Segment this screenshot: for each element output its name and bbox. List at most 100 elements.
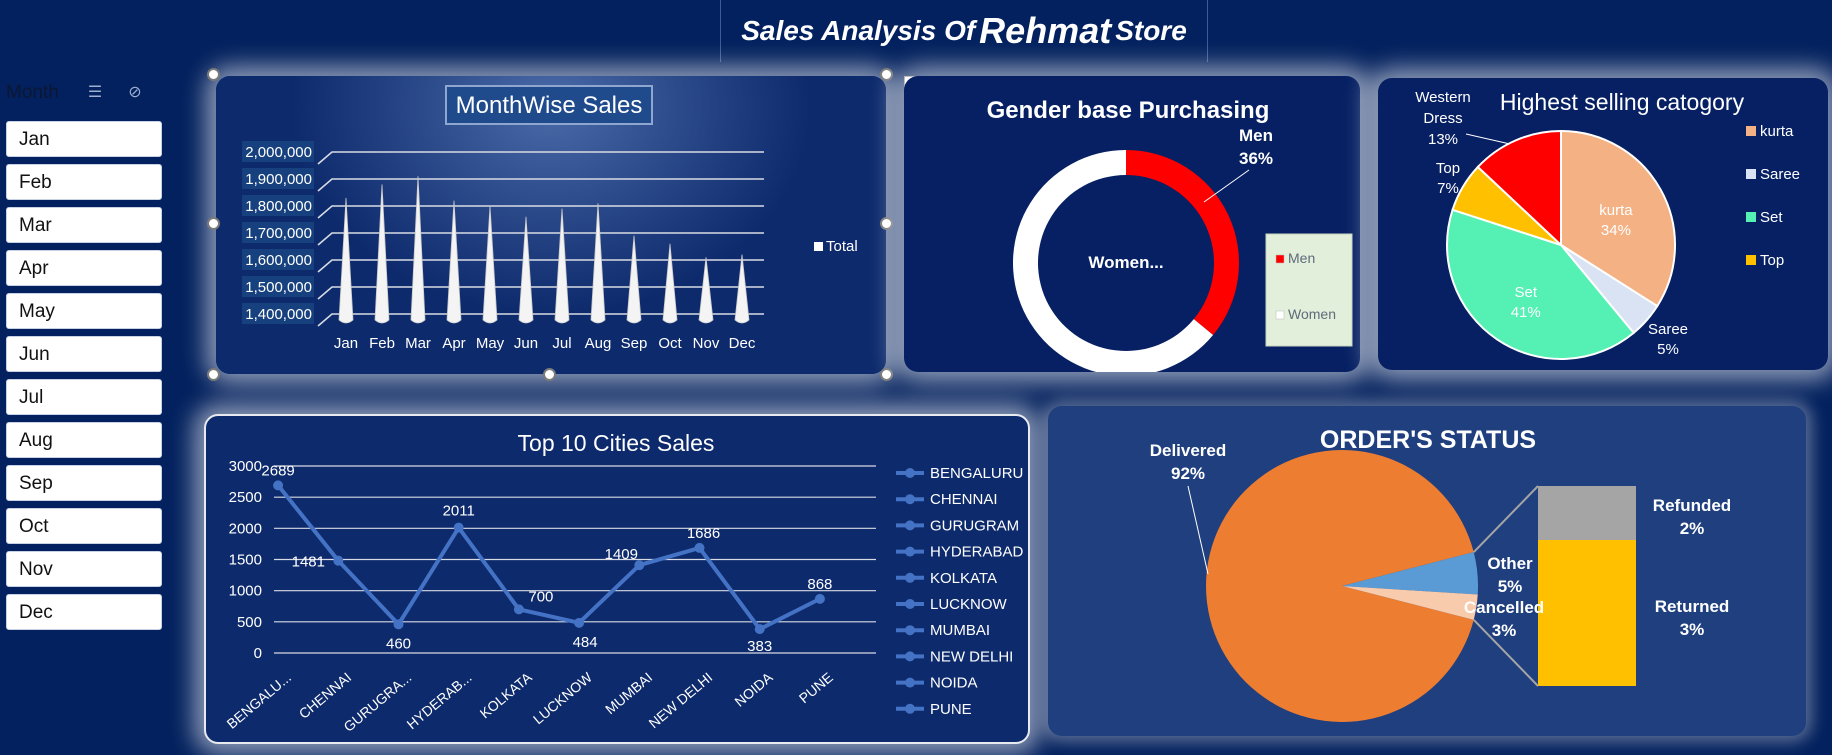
x-tick-label: BENGALU... <box>224 669 294 732</box>
y-tick-label: 1500 <box>229 552 262 569</box>
slicer-item-oct[interactable]: Oct <box>6 508 162 544</box>
other-pct: 5% <box>1498 577 1523 596</box>
legend-swatch <box>1746 212 1756 222</box>
legend-marker <box>905 468 915 478</box>
slicer-item-jun[interactable]: Jun <box>6 336 162 372</box>
legend-label: NOIDA <box>930 675 978 692</box>
point-kolkata <box>513 604 524 615</box>
bar-sep <box>626 235 642 324</box>
legend-swatch <box>1275 310 1285 320</box>
chart-title: Gender base Purchasing <box>987 97 1270 124</box>
order-status-panel: ORDER'S STATUS Delivered 92% Other 5% Cancell… <box>1048 406 1806 736</box>
legend-label: Men <box>1288 250 1315 266</box>
y-tick-label: 1,500,000 <box>245 279 312 296</box>
women-label: Women... <box>1088 253 1163 272</box>
bar-dec <box>734 254 750 324</box>
y-tick-label: 1000 <box>229 583 262 600</box>
legend-label: MUMBAI <box>930 622 990 639</box>
resize-handle-ml[interactable] <box>207 217 220 230</box>
legend-swatch <box>814 242 823 251</box>
delivered-label: Delivered <box>1150 441 1227 460</box>
data-label: 2011 <box>443 503 475 520</box>
slicer-item-dec[interactable]: Dec <box>6 594 162 630</box>
chart-title: ORDER'S STATUS <box>1320 426 1536 454</box>
monthwise-sales-chart: MonthWise Sales 2,000,000 1,900,000 1,800,0… <box>242 85 858 352</box>
slicer-item-jul[interactable]: Jul <box>6 379 162 415</box>
data-label-pct: 41% <box>1511 304 1541 321</box>
slicer-item-mar[interactable]: Mar <box>6 207 162 243</box>
legend-label: BENGALURU <box>930 465 1023 482</box>
legend-marker <box>905 703 915 714</box>
men-leader <box>1203 169 1250 203</box>
slicer-item-may[interactable]: May <box>6 293 162 329</box>
resize-handle-bm[interactable] <box>543 368 556 381</box>
point-gurugram <box>393 619 404 630</box>
bar-may <box>482 205 498 324</box>
x-tick-label: NEW DELHI <box>646 669 716 731</box>
gender-chart: Gender base Purchasing Women... Men 36% Men W… <box>987 97 1353 376</box>
resize-handle-bl[interactable] <box>207 368 220 381</box>
legend-marker <box>905 599 915 609</box>
data-label-pct: 5% <box>1657 341 1679 358</box>
x-tick-label: Dec <box>729 335 756 352</box>
returned-pct: 3% <box>1680 620 1705 639</box>
y-tick-label: 500 <box>237 614 262 631</box>
dashboard-title: Sales Analysis Of Rehmat Store <box>720 0 1208 62</box>
bar-jul <box>554 208 570 324</box>
y-tick-label: 1,800,000 <box>245 198 312 215</box>
x-tick-label: Oct <box>658 335 682 352</box>
gridline <box>317 205 764 219</box>
x-tick-label: May <box>476 335 505 352</box>
legend-marker <box>905 546 915 557</box>
x-tick-label: MUMBAI <box>602 669 655 717</box>
legend-label: Women <box>1288 306 1336 322</box>
clear-filter-icon[interactable]: ⊘ <box>124 82 146 104</box>
cancelled-label: Cancelled <box>1464 598 1544 617</box>
gridline <box>317 178 764 192</box>
y-tick-label: 1,700,000 <box>245 225 312 242</box>
x-tick-label: Apr <box>442 335 465 352</box>
men-label-name: Men <box>1239 126 1273 145</box>
x-tick-label: Jul <box>552 335 571 352</box>
slicer-item-apr[interactable]: Apr <box>6 250 162 286</box>
data-label-name: Top <box>1436 160 1460 177</box>
data-label: 2689 <box>261 462 294 479</box>
point-new-delhi <box>694 542 705 553</box>
slicer-item-sep[interactable]: Sep <box>6 465 162 501</box>
title-prefix: Sales Analysis Of <box>741 15 976 46</box>
data-label-name: kurta <box>1599 202 1633 219</box>
gridline <box>317 151 764 165</box>
x-tick-label: Mar <box>405 335 431 352</box>
x-tick-label: CHENNAI <box>296 669 355 722</box>
resize-handle-tr[interactable] <box>880 68 893 81</box>
y-tick-label: 1,600,000 <box>245 252 312 269</box>
legend-label: Total <box>826 238 858 255</box>
data-label: 484 <box>573 634 598 651</box>
bar-returned <box>1538 540 1636 686</box>
legend-marker <box>905 625 915 636</box>
legend-marker <box>905 520 915 531</box>
gender-panel: Gender base Purchasing Women... Men 36% Men W… <box>904 76 1360 376</box>
delivered-pct: 92% <box>1171 464 1205 483</box>
cancelled-pct: 3% <box>1492 621 1517 640</box>
point-chennai <box>333 555 344 566</box>
data-label: 1686 <box>687 525 720 542</box>
resize-handle-tl[interactable] <box>207 68 220 81</box>
resize-handle-mr[interactable] <box>880 217 893 230</box>
legend-marker <box>905 494 915 505</box>
bar-oct <box>662 243 678 324</box>
series-line <box>276 484 821 632</box>
slicer-item-jan[interactable]: Jan <box>6 121 162 157</box>
legend-label: GURUGRAM <box>930 517 1019 534</box>
slicer-item-nov[interactable]: Nov <box>6 551 162 587</box>
resize-handle-br[interactable] <box>880 368 893 381</box>
data-label-name: Saree <box>1648 321 1688 338</box>
category-chart: Highest selling catogory kurta 34% Set 41% Sa… <box>1415 89 1800 360</box>
multi-select-icon[interactable]: ☰ <box>84 82 106 104</box>
point-noida <box>754 624 765 635</box>
slicer-item-feb[interactable]: Feb <box>6 164 162 200</box>
monthwise-sales-panel[interactable]: MonthWise Sales 2,000,000 1,900,000 1,800,0… <box>216 76 886 374</box>
legend-label: KOLKATA <box>930 570 997 587</box>
slicer-item-aug[interactable]: Aug <box>6 422 162 458</box>
x-tick-label: Nov <box>693 335 720 352</box>
